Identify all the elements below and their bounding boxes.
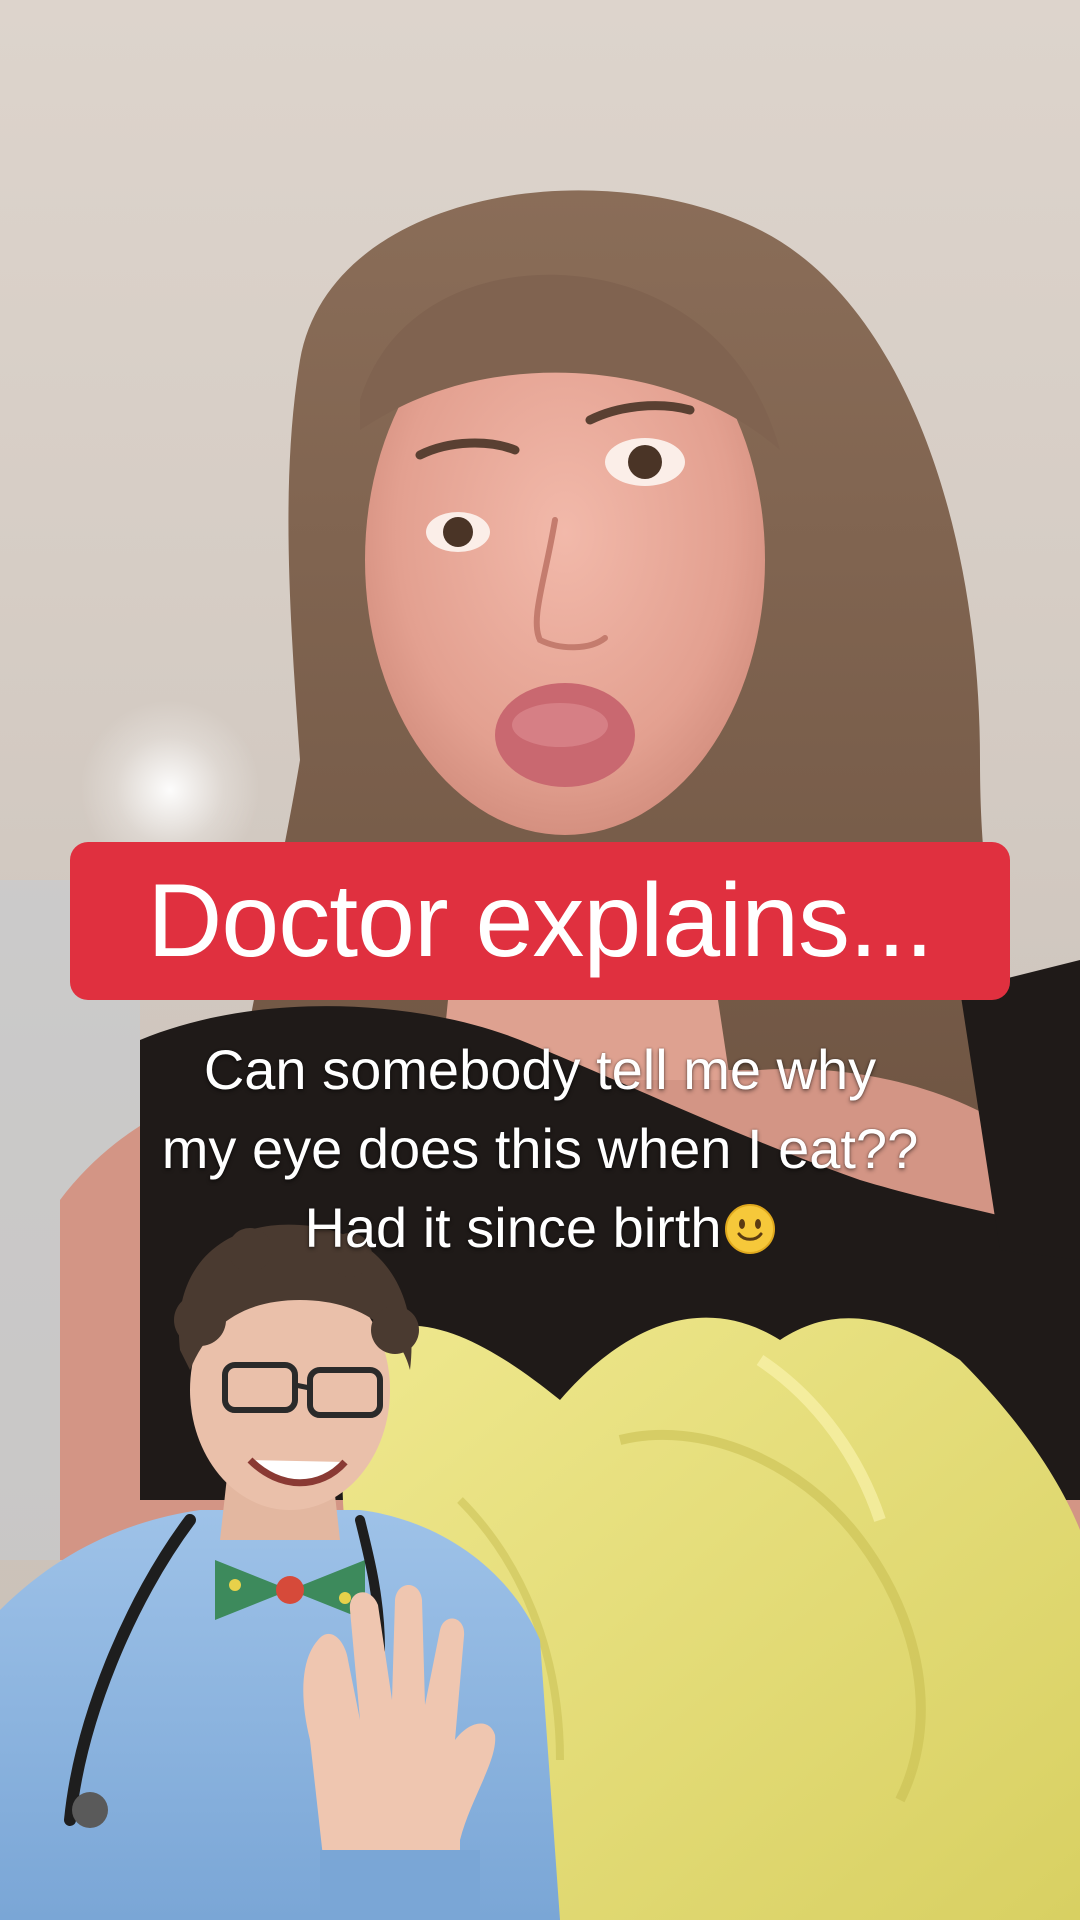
caption-line-2: my eye does this when I eat?? xyxy=(161,1117,919,1180)
caption-line-3-text: Had it since birth xyxy=(304,1196,722,1259)
caption-line-3: Had it since birth xyxy=(60,1188,1020,1267)
video-frame: Doctor explains... Can somebody tell me … xyxy=(0,0,1080,1920)
caption-text: Can somebody tell me why my eye does thi… xyxy=(60,1030,1020,1267)
title-banner: Doctor explains... xyxy=(70,842,1010,1000)
title-text: Doctor explains... xyxy=(147,863,933,979)
caption-line-1: Can somebody tell me why xyxy=(203,1038,877,1101)
smiling-face-emoji-icon xyxy=(724,1204,775,1254)
